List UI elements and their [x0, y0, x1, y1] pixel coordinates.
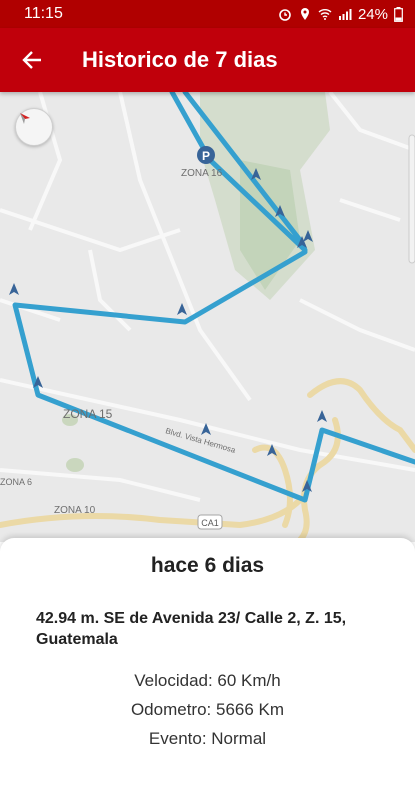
wifi-icon — [318, 9, 332, 20]
info-list: Velocidad: 60 Km/h Odometro: 5666 Km Eve… — [0, 666, 415, 753]
battery-icon — [394, 6, 403, 22]
signal-icon — [338, 9, 352, 20]
time-ago: hace 6 dias — [150, 554, 265, 577]
event-text: Evento: Normal — [148, 729, 267, 748]
odometer-text: Odometro: 5666 Km — [130, 700, 285, 719]
arrow-back-icon — [22, 51, 41, 69]
location-icon — [300, 8, 309, 20]
status-time: 11:15 — [24, 5, 63, 22]
compass-icon — [20, 113, 30, 124]
speed-text: Velocidad: 60 Km/h — [134, 671, 281, 690]
battery-percent: 24% — [357, 5, 388, 23]
alarm-icon — [279, 9, 291, 21]
map-scroll-handle[interactable] — [408, 134, 415, 264]
app-bar: Historico de 7 dias — [0, 28, 415, 92]
details-sheet: hace 6 dias 42.94 m. SE de Avenida 23/ C… — [0, 538, 415, 800]
map-view[interactable]: P ZONA 16 ZONA 15 ZONA 10 ZONA 6 Blvd. V… — [0, 92, 415, 542]
map-scrim — [0, 92, 415, 542]
page-title: Historico de 7 dias — [82, 47, 278, 72]
map-canvas[interactable]: P ZONA 16 ZONA 15 ZONA 10 ZONA 6 Blvd. V… — [0, 92, 415, 542]
status-bar: 11:15 24% — [0, 0, 415, 28]
compass-button[interactable] — [15, 108, 53, 146]
address-text: 42.94 m. SE de Avenida 23/ Calle 2, Z. 1… — [36, 610, 347, 648]
back-button[interactable] — [0, 28, 64, 92]
status-icons: 24% — [278, 6, 403, 23]
